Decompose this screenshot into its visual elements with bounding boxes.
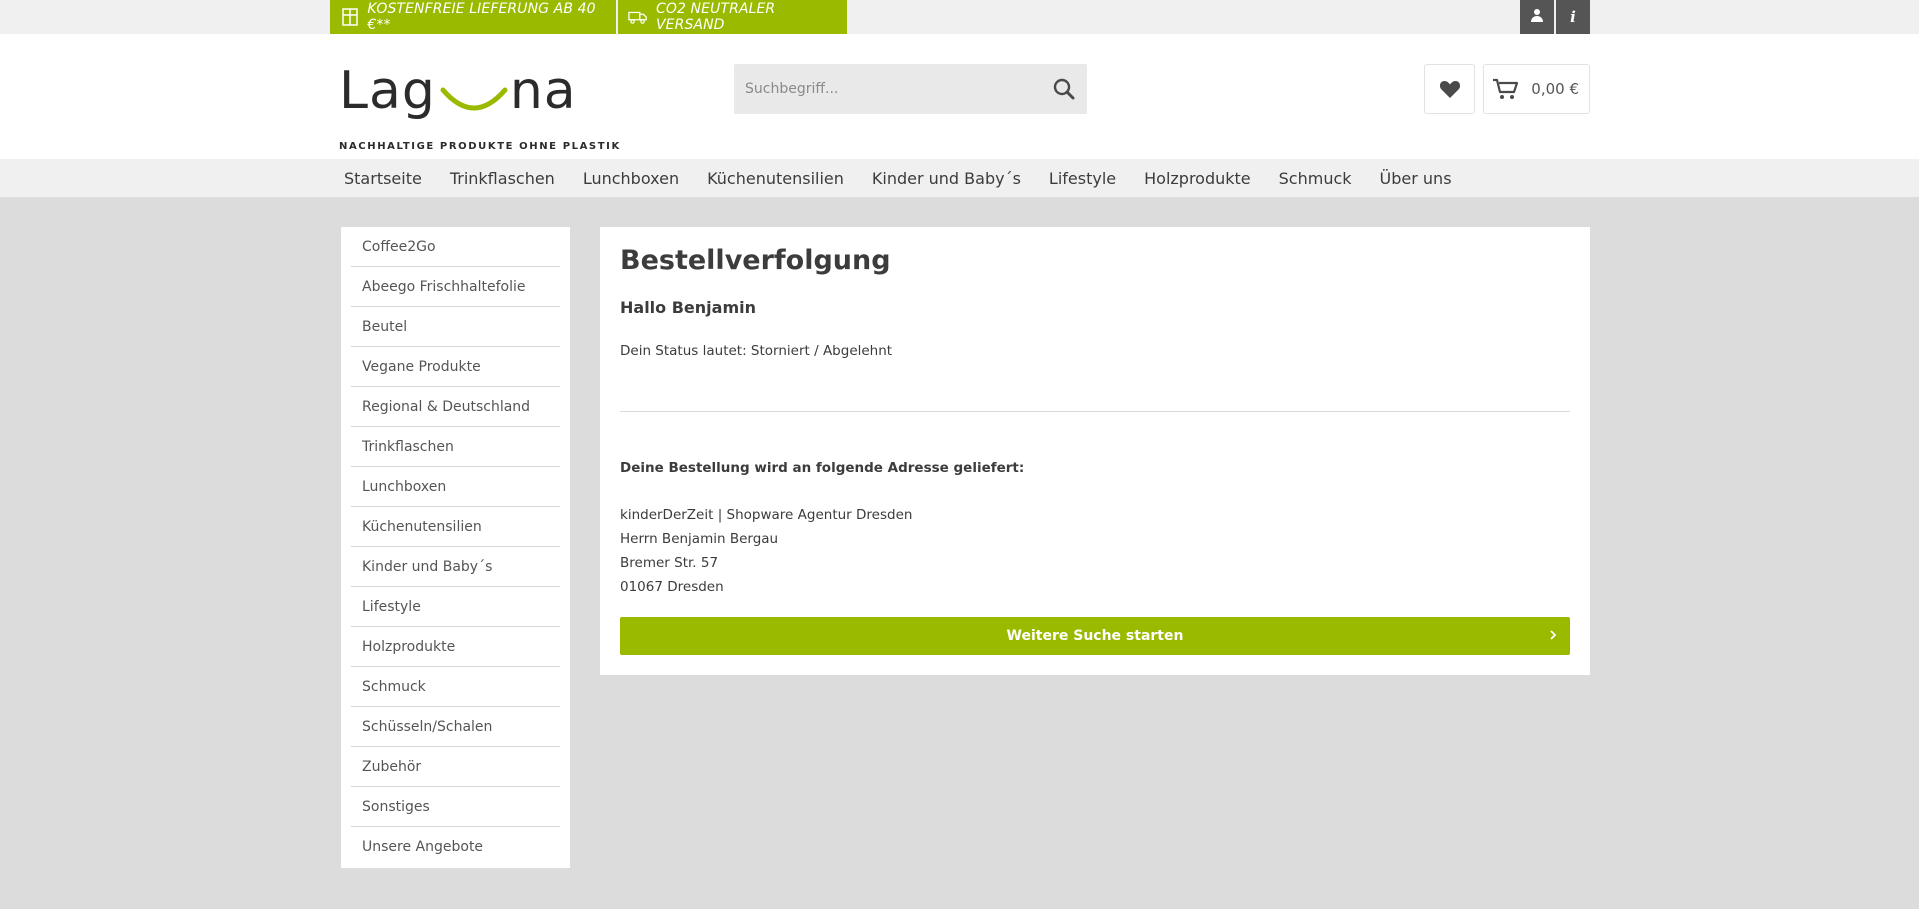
logo-smile-icon bbox=[440, 87, 508, 111]
search-button[interactable] bbox=[1041, 64, 1087, 114]
cart-amount: 0,00 € bbox=[1531, 80, 1579, 98]
sidebar-item-coffee2go[interactable]: Coffee2Go bbox=[351, 227, 560, 267]
truck-icon bbox=[628, 7, 648, 27]
address-line: 01067 Dresden bbox=[620, 579, 724, 595]
order-tracking-panel: Bestellverfolgung Hallo Benjamin Dein St… bbox=[600, 227, 1590, 675]
sidebar-item-schmuck[interactable]: Schmuck bbox=[351, 667, 560, 707]
page-title: Bestellverfolgung bbox=[620, 245, 891, 276]
nav-item-startseite[interactable]: Startseite bbox=[330, 169, 436, 188]
sidebar-item-angebote[interactable]: Unsere Angebote bbox=[351, 827, 560, 867]
order-status-text: Dein Status lautet: Storniert / Abgelehn… bbox=[620, 343, 893, 359]
free-shipping-text: KOSTENFREIE LIEFERUNG AB 40 €** bbox=[367, 1, 596, 33]
nav-item-ueber-uns[interactable]: Über uns bbox=[1366, 169, 1466, 188]
top-bar: KOSTENFREIE LIEFERUNG AB 40 €** CO2 NEUT… bbox=[0, 0, 1919, 34]
nav-item-lifestyle[interactable]: Lifestyle bbox=[1035, 169, 1130, 188]
free-shipping-banner[interactable]: KOSTENFREIE LIEFERUNG AB 40 €** bbox=[330, 0, 616, 34]
sidebar-item-kinder-und-babys[interactable]: Kinder und Baby´s bbox=[351, 547, 560, 587]
new-search-button-label: Weitere Suche starten bbox=[1006, 628, 1184, 644]
greeting: Hallo Benjamin bbox=[620, 298, 756, 317]
nav-item-kuechenutensilien[interactable]: Küchenutensilien bbox=[693, 169, 858, 188]
cart-button[interactable]: 0,00 € bbox=[1483, 64, 1590, 114]
nav-item-kinder-und-babys[interactable]: Kinder und Baby´s bbox=[858, 169, 1035, 188]
address-line: Bremer Str. 57 bbox=[620, 555, 719, 571]
sidebar-item-schuesseln[interactable]: Schüsseln/Schalen bbox=[351, 707, 560, 747]
address-line: Herrn Benjamin Bergau bbox=[620, 531, 779, 547]
wishlist-button[interactable] bbox=[1424, 64, 1475, 114]
category-sidebar: Coffee2Go Abeego Frischhaltefolie Beutel… bbox=[341, 227, 570, 868]
divider bbox=[620, 411, 1570, 412]
search-bar bbox=[734, 64, 1087, 114]
sidebar-item-lifestyle[interactable]: Lifestyle bbox=[351, 587, 560, 627]
info-button[interactable]: i bbox=[1556, 0, 1590, 34]
search-input[interactable] bbox=[734, 64, 1041, 114]
search-icon bbox=[1053, 78, 1075, 100]
delivery-address: kinderDerZeit | Shopware Agentur Dresden… bbox=[620, 503, 912, 599]
new-search-button[interactable]: Weitere Suche starten bbox=[620, 617, 1570, 655]
nav-item-trinkflaschen[interactable]: Trinkflaschen bbox=[436, 169, 569, 188]
sidebar-item-holzprodukte[interactable]: Holzprodukte bbox=[351, 627, 560, 667]
sidebar-item-trinkflaschen[interactable]: Trinkflaschen bbox=[351, 427, 560, 467]
heart-icon bbox=[1439, 81, 1460, 98]
sidebar-item-abeego[interactable]: Abeego Frischhaltefolie bbox=[351, 267, 560, 307]
logo-tagline: NACHHALTIGE PRODUKTE OHNE PLASTIK bbox=[339, 141, 621, 152]
chevron-right-icon bbox=[1550, 630, 1557, 640]
co2-neutral-text: CO2 NEUTRALER VERSAND bbox=[656, 1, 776, 33]
sidebar-item-lunchboxen[interactable]: Lunchboxen bbox=[351, 467, 560, 507]
cart-icon bbox=[1493, 78, 1519, 99]
nav-item-schmuck[interactable]: Schmuck bbox=[1265, 169, 1366, 188]
info-icon: i bbox=[1570, 8, 1576, 26]
sidebar-item-kuechenutensilien[interactable]: Küchenutensilien bbox=[351, 507, 560, 547]
sidebar-item-sonstiges[interactable]: Sonstiges bbox=[351, 787, 560, 827]
user-icon bbox=[1530, 8, 1544, 26]
gift-icon bbox=[340, 7, 359, 27]
nav-item-holzprodukte[interactable]: Holzprodukte bbox=[1130, 169, 1265, 188]
sidebar-item-vegane-produkte[interactable]: Vegane Produkte bbox=[351, 347, 560, 387]
main-navigation: Startseite Trinkflaschen Lunchboxen Küch… bbox=[0, 159, 1919, 197]
address-title: Deine Bestellung wird an folgende Adress… bbox=[620, 460, 1025, 476]
logo-text-left: Lag bbox=[339, 61, 436, 121]
sidebar-item-beutel[interactable]: Beutel bbox=[351, 307, 560, 347]
sidebar-item-regional[interactable]: Regional & Deutschland bbox=[351, 387, 560, 427]
account-button[interactable] bbox=[1520, 0, 1554, 34]
site-header: Lag na NACHHALTIGE PRODUKTE OHNE PLASTIK … bbox=[0, 34, 1919, 159]
co2-neutral-banner[interactable]: CO2 NEUTRALER VERSAND bbox=[618, 0, 847, 34]
nav-item-lunchboxen[interactable]: Lunchboxen bbox=[569, 169, 693, 188]
laguna-logo[interactable]: Lag na NACHHALTIGE PRODUKTE OHNE PLASTIK bbox=[339, 56, 619, 152]
logo-text-right: na bbox=[509, 61, 577, 121]
address-line: kinderDerZeit | Shopware Agentur Dresden bbox=[620, 507, 913, 523]
sidebar-item-zubehoer[interactable]: Zubehör bbox=[351, 747, 560, 787]
